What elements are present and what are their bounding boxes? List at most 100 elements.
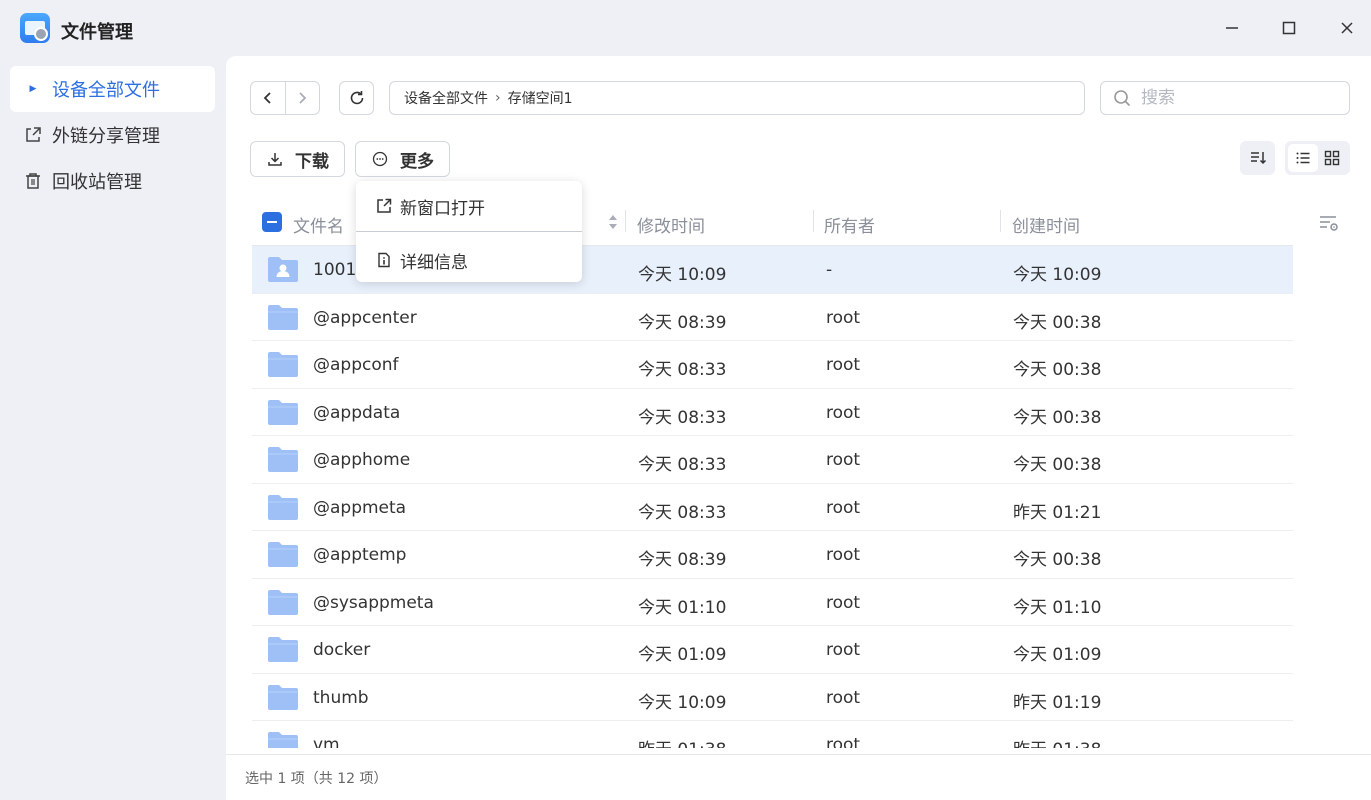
created-time: 今天 00:38 (1013, 360, 1102, 380)
file-name: @apptemp (313, 545, 407, 565)
table-row[interactable]: @appmeta 今天 08:33 root 昨天 01:21 (252, 484, 1293, 531)
file-name: @appcenter (313, 307, 417, 328)
modified-time: 今天 08:39 (638, 550, 727, 570)
file-name: thumb (313, 687, 369, 708)
table-row[interactable]: docker 今天 01:09 root 今天 01:09 (252, 626, 1293, 674)
selection-status: 选中 1 项（共 12 项） (245, 770, 388, 787)
table-row[interactable]: @appcenter 今天 08:39 root 今天 00:38 (252, 294, 1293, 341)
created-time: 今天 10:09 (1013, 265, 1102, 285)
file-name: @appconf (313, 355, 399, 375)
modified-time: 今天 08:33 (638, 360, 727, 380)
modified-time: 今天 08:33 (638, 502, 727, 523)
minimize-button[interactable] (1218, 14, 1246, 42)
column-settings-icon[interactable] (1318, 213, 1340, 233)
sidebar: ▶ 设备全部文件 外链分享管理 回收站管理 (0, 56, 226, 800)
breadcrumb-item-current[interactable]: 存储空间1 (508, 88, 573, 108)
owner: root (826, 592, 861, 613)
forward-button[interactable] (284, 82, 319, 114)
table-row[interactable]: @appconf 今天 08:33 root 今天 00:38 (252, 341, 1293, 389)
folder-icon (268, 399, 298, 425)
created-time: 今天 00:38 (1013, 312, 1102, 333)
table-row[interactable]: @apptemp 今天 08:39 root 今天 00:38 (252, 531, 1293, 579)
main-panel: 设备全部文件 › 存储空间1 下载 更多 文件名 修改时间 所有者 创建时间 (226, 56, 1371, 800)
close-icon (1341, 22, 1353, 34)
back-button[interactable] (251, 82, 285, 114)
owner: root (826, 735, 861, 748)
chevron-left-icon (263, 92, 271, 104)
column-divider[interactable] (813, 210, 814, 232)
select-all-checkbox[interactable] (262, 212, 282, 232)
sort-arrows-icon[interactable] (608, 212, 618, 232)
sidebar-item-label: 回收站管理 (52, 172, 142, 193)
more-button[interactable]: 更多 (355, 141, 450, 177)
column-header-created[interactable]: 创建时间 (1012, 212, 1080, 237)
modified-time: 今天 01:10 (638, 597, 727, 618)
user-folder-icon (268, 257, 298, 282)
owner: - (826, 260, 833, 280)
close-button[interactable] (1333, 14, 1361, 42)
info-icon (378, 252, 390, 268)
chevron-right-icon (299, 92, 307, 104)
table-row[interactable]: vm 昨天 01:38 root 昨天 01:38 (252, 721, 1293, 748)
created-time: 今天 00:38 (1013, 550, 1102, 570)
column-divider[interactable] (1000, 210, 1001, 232)
grid-view-icon (1325, 150, 1340, 166)
owner: root (826, 402, 861, 423)
sidebar-item-label: 设备全部文件 (52, 80, 160, 101)
file-name: docker (313, 640, 371, 660)
owner: root (826, 545, 861, 565)
breadcrumb[interactable]: 设备全部文件 › 存储空间1 (389, 81, 1085, 115)
menu-divider (356, 231, 582, 232)
column-divider[interactable] (625, 210, 626, 232)
table-row[interactable]: @apphome 今天 08:33 root 今天 00:38 (252, 436, 1293, 484)
table-row[interactable]: thumb 今天 10:09 root 昨天 01:19 (252, 674, 1293, 721)
more-label: 更多 (400, 151, 434, 172)
folder-icon (268, 494, 298, 520)
breadcrumb-item-root[interactable]: 设备全部文件 (404, 88, 488, 108)
menu-item-details[interactable]: 详细信息 (356, 237, 582, 283)
refresh-button[interactable] (339, 81, 374, 115)
refresh-icon (350, 91, 363, 105)
menu-item-label: 新窗口打开 (400, 198, 485, 219)
search-icon (1114, 90, 1131, 107)
search-box[interactable] (1100, 81, 1350, 115)
search-input[interactable] (1141, 88, 1321, 108)
folder-icon (268, 732, 298, 748)
modified-time: 今天 10:09 (638, 265, 727, 285)
folder-icon (268, 447, 298, 472)
minimize-icon (1226, 27, 1238, 29)
title-bar: 文件管理 (0, 0, 1371, 56)
file-name: 1001 (313, 260, 357, 280)
download-button[interactable]: 下载 (250, 141, 345, 177)
status-bar: 选中 1 项（共 12 项） (226, 754, 1371, 800)
owner: root (826, 497, 861, 518)
navigation-buttons (250, 81, 320, 115)
table-row[interactable]: @appdata 今天 08:33 root 今天 00:38 (252, 389, 1293, 436)
external-link-icon (377, 198, 392, 213)
menu-item-open-new-window[interactable]: 新窗口打开 (356, 183, 582, 229)
created-time: 今天 00:38 (1013, 455, 1102, 475)
more-dropdown-menu: 新窗口打开 详细信息 (356, 181, 582, 282)
folder-icon (268, 304, 298, 330)
column-header-owner[interactable]: 所有者 (824, 212, 875, 237)
menu-item-label: 详细信息 (400, 252, 468, 273)
column-header-modified[interactable]: 修改时间 (637, 212, 705, 237)
table-row[interactable]: @sysappmeta 今天 01:10 root 今天 01:10 (252, 579, 1293, 626)
created-time: 昨天 01:38 (1013, 735, 1101, 748)
sidebar-item-all-files[interactable]: ▶ 设备全部文件 (10, 66, 215, 112)
grid-view-button[interactable] (1318, 144, 1348, 172)
owner: root (826, 355, 861, 375)
sidebar-item-share-links[interactable]: 外链分享管理 (10, 112, 215, 158)
file-name: @appmeta (313, 497, 407, 518)
maximize-button[interactable] (1275, 14, 1303, 42)
window-title: 文件管理 (61, 22, 133, 43)
list-view-button[interactable] (1288, 144, 1318, 172)
modified-time: 昨天 01:38 (638, 735, 726, 748)
column-header-name[interactable]: 文件名 (293, 212, 344, 237)
sort-button[interactable] (1240, 141, 1275, 175)
folder-icon (268, 637, 298, 662)
created-time: 昨天 01:21 (1013, 502, 1102, 523)
owner: root (826, 450, 861, 470)
sidebar-item-recycle-bin[interactable]: 回收站管理 (10, 158, 215, 204)
sidebar-item-label: 外链分享管理 (52, 126, 160, 147)
